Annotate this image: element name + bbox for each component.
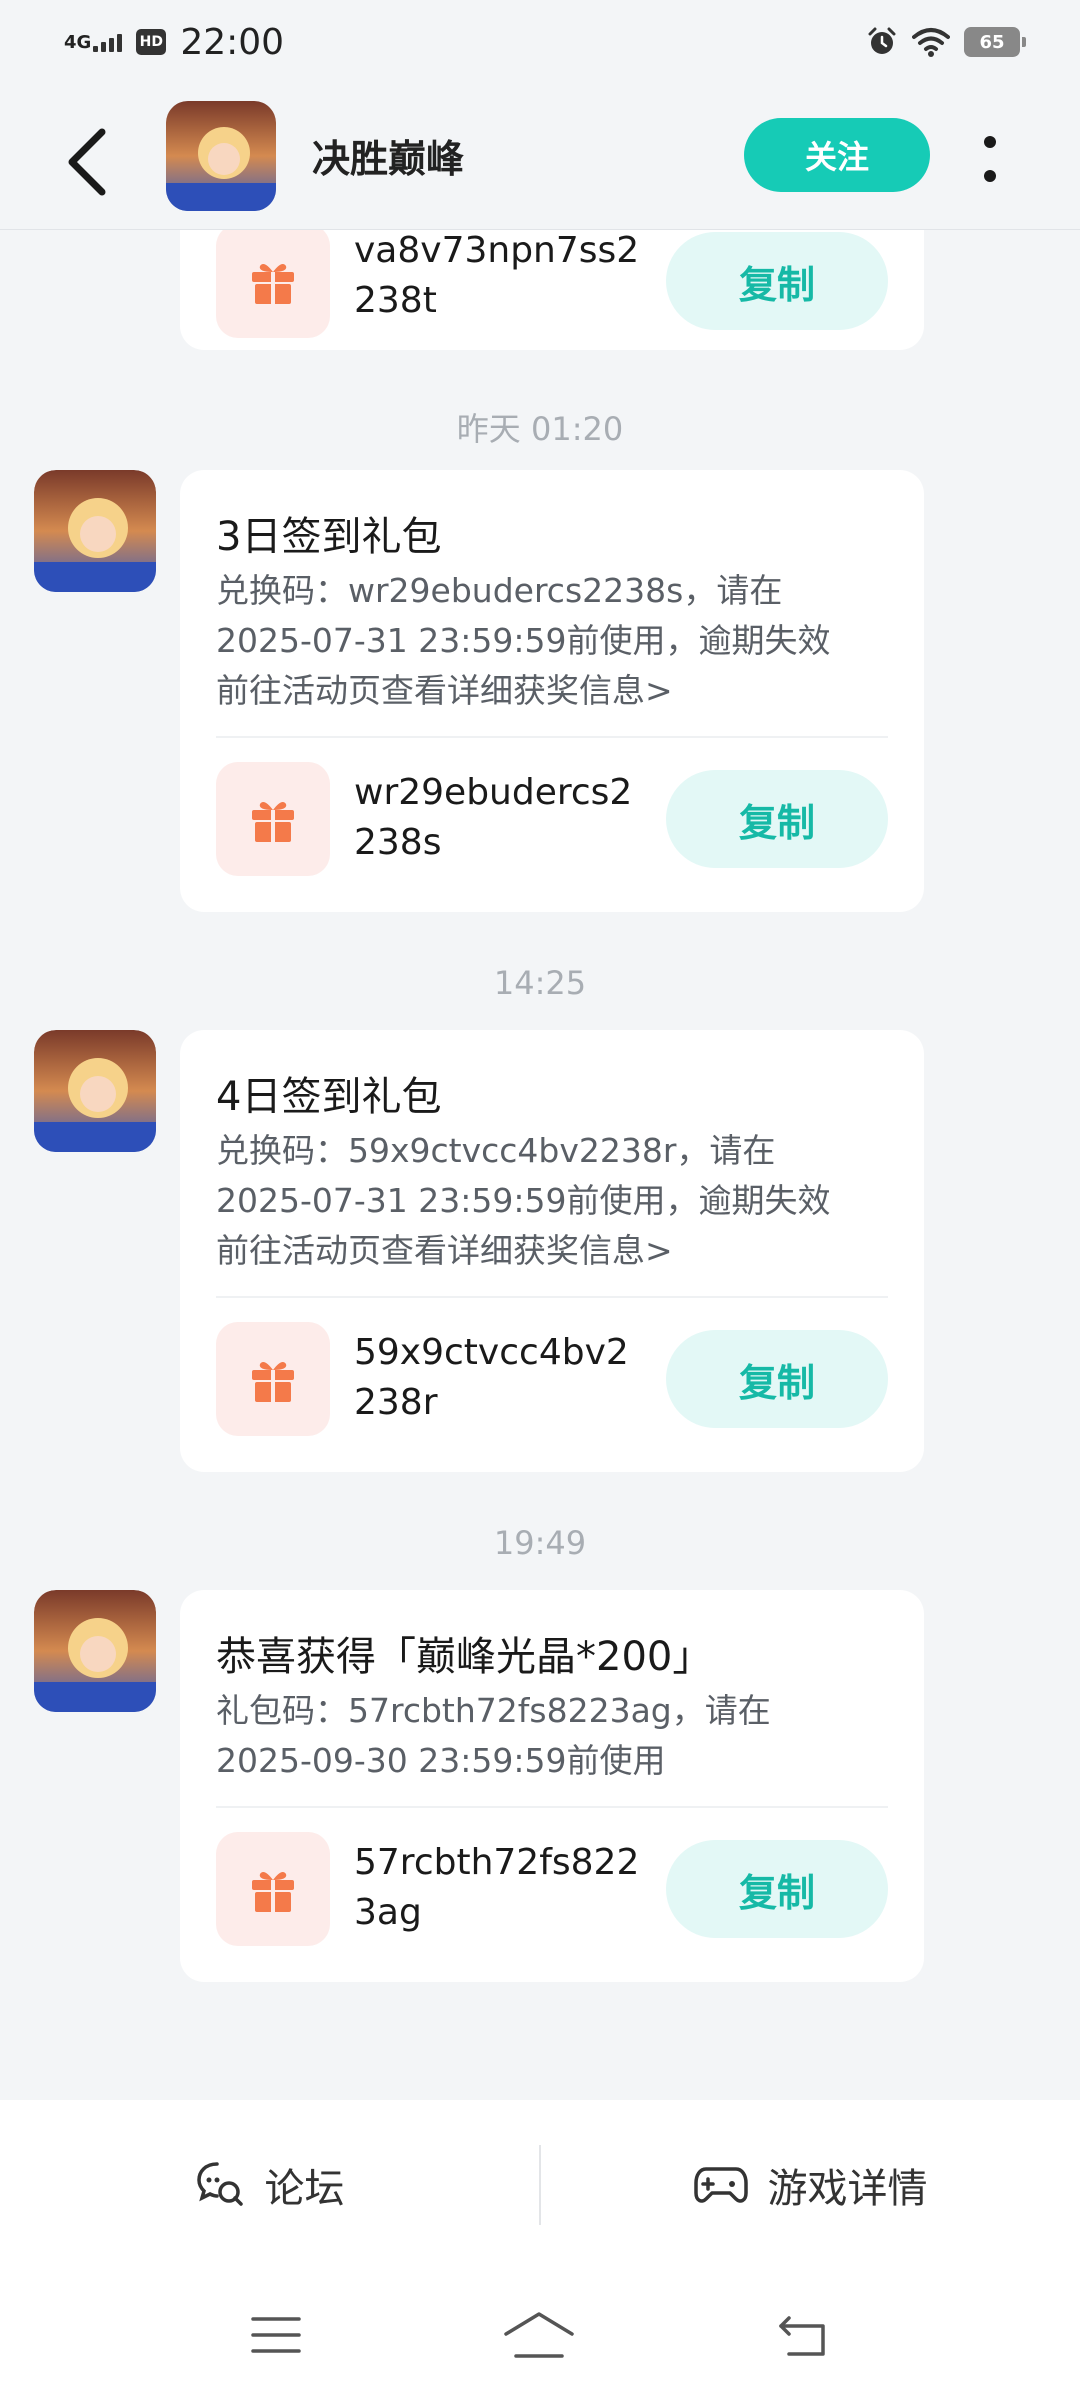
timestamp: 19:49 [493, 1524, 587, 1562]
battery-indicator: 65 [964, 27, 1026, 57]
gift-icon [252, 264, 294, 304]
game-avatar[interactable] [166, 101, 276, 211]
game-avatar[interactable] [34, 1590, 156, 1712]
hd-icon: HD [136, 29, 167, 55]
redeem-code-text: va8v73npn7ss2 238t [354, 230, 640, 321]
game-avatar[interactable] [34, 470, 156, 592]
divider [216, 736, 888, 738]
home-icon[interactable] [502, 2310, 576, 2360]
forum-icon [196, 2162, 243, 2206]
divider [216, 1296, 888, 1298]
wifi-icon [912, 28, 950, 57]
follow-button[interactable]: 关注 [744, 118, 930, 192]
forum-label: 论坛 [264, 2166, 345, 2212]
game-detail-button[interactable]: 游戏详情 [541, 2100, 1080, 2270]
bottom-action-bar: 论坛 游戏详情 [0, 2100, 1080, 2270]
system-nav-bar [0, 2270, 1080, 2400]
status-left: 4G HD 22:00 [64, 22, 284, 63]
page-title: 决胜巅峰 [312, 137, 465, 181]
redeem-code-text: wr29ebudercs2 238s [354, 772, 633, 863]
gamepad-icon [693, 2167, 748, 2203]
redeem-code-text: 59x9ctvcc4bv2 238r [354, 1332, 629, 1423]
network-type: 4G [64, 32, 92, 53]
activity-link[interactable]: 前往活动页查看详细获奖信息> [216, 1226, 896, 1276]
menu-icon[interactable] [249, 2313, 303, 2357]
gift-icon [252, 802, 294, 842]
gift-box [216, 1832, 330, 1946]
message-title: 3日签到礼包 [216, 514, 442, 560]
message-description: 兑换码：59x9ctvcc4bv2238r，请在 2025-07-31 23:5… [216, 1126, 896, 1276]
timestamp: 14:25 [493, 964, 587, 1002]
forum-button[interactable]: 论坛 [0, 2100, 539, 2270]
status-time: 22:00 [180, 21, 285, 63]
chat-header: 决胜巅峰 关注 [0, 84, 1080, 230]
divider [216, 1806, 888, 1808]
signal-icon: 4G [64, 32, 123, 53]
copy-button[interactable]: 复制 [666, 1840, 888, 1938]
redeem-code-text: 57rcbth72fs822 3ag [354, 1842, 640, 1933]
back-nav-icon[interactable] [775, 2312, 831, 2358]
gift-icon [252, 1872, 294, 1912]
game-detail-label: 游戏详情 [767, 2166, 928, 2212]
message-card: 恭喜获得「巅峰光晶*200」 礼包码：57rcbth72fs8223ag，请在 … [180, 1590, 924, 1982]
status-bar: 4G HD 22:00 65 [0, 0, 1080, 84]
gift-box [216, 1322, 330, 1436]
copy-button[interactable]: 复制 [666, 770, 888, 868]
message-card: 3日签到礼包 兑换码：wr29ebudercs2238s，请在 2025-07-… [180, 470, 924, 912]
gift-box [216, 230, 330, 338]
message-list[interactable]: va8v73npn7ss2 238t 复制 昨天 01:20 3日签到礼包 兑换码… [0, 230, 1080, 2100]
back-arrow-icon[interactable] [60, 122, 120, 202]
gift-icon [252, 1362, 294, 1402]
copy-button[interactable]: 复制 [666, 1330, 888, 1428]
message-card: 4日签到礼包 兑换码：59x9ctvcc4bv2238r，请在 2025-07-… [180, 1030, 924, 1472]
alarm-icon [868, 27, 896, 54]
copy-button[interactable]: 复制 [666, 232, 888, 330]
message-card: va8v73npn7ss2 238t 复制 [180, 230, 924, 350]
message-title: 恭喜获得「巅峰光晶*200」 [216, 1634, 713, 1680]
game-avatar[interactable] [34, 1030, 156, 1152]
message-title: 4日签到礼包 [216, 1074, 442, 1120]
status-right: 65 [866, 26, 1026, 58]
timestamp: 昨天 01:20 [456, 410, 624, 448]
gift-box [216, 762, 330, 876]
message-description: 礼包码：57rcbth72fs8223ag，请在 2025-09-30 23:5… [216, 1691, 771, 1780]
activity-link[interactable]: 前往活动页查看详细获奖信息> [216, 666, 896, 716]
message-description: 兑换码：wr29ebudercs2238s，请在 2025-07-31 23:5… [216, 566, 896, 716]
more-options-icon[interactable] [970, 124, 1010, 194]
